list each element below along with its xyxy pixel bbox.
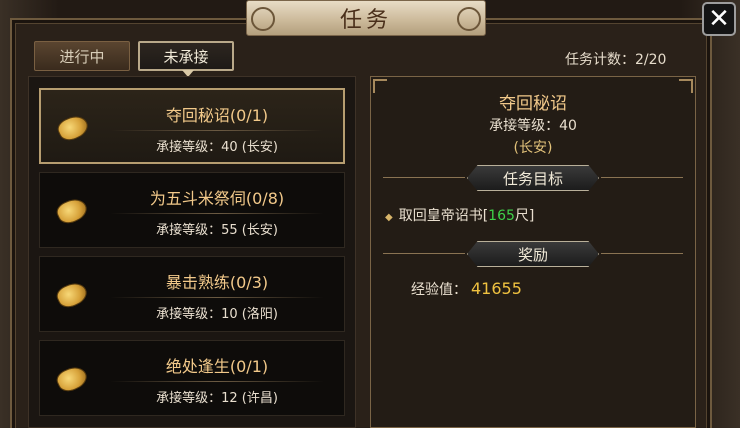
divider: [111, 130, 323, 131]
quest-meta: 承接等级：12 (许昌): [100, 387, 334, 406]
quest-item[interactable]: 暴击熟练(0/3) 承接等级：10 (洛阳): [39, 256, 345, 332]
quest-item[interactable]: 夺回秘诏(0/1) 承接等级：40 (长安): [39, 88, 345, 164]
quest-count-value: 2/20: [635, 52, 667, 68]
objective-section: 任务目标: [371, 165, 695, 191]
level-label: 承接等级：: [156, 307, 222, 322]
objective-label: 取回皇帝诏书[: [398, 208, 489, 224]
dialog-title: 任务: [339, 8, 392, 33]
divider: [383, 253, 465, 254]
quest-name: 夺回秘诏(0/1): [165, 106, 269, 125]
tab-label: 进行中: [59, 47, 105, 66]
divider: [110, 381, 324, 382]
reward-value: 41655: [471, 279, 522, 298]
quest-detail-panel: 夺回秘诏 承接等级：40 (长安) 任务目标 ◆ 取回皇帝诏书[165尺] 奖励 …: [370, 76, 696, 428]
tab-label: 未承接: [163, 47, 209, 66]
scroll-icon: [55, 364, 89, 394]
detail-level: 承接等级：40: [489, 118, 577, 134]
divider: [383, 177, 465, 178]
objective-suffix: 尺]: [514, 208, 535, 224]
bullet-icon: ◆: [385, 212, 393, 223]
divider: [601, 253, 683, 254]
level-label: 承接等级：: [156, 391, 222, 406]
tab-unaccepted[interactable]: 未承接: [138, 41, 234, 77]
scroll-icon: [55, 196, 89, 226]
quest-name: 暴击熟练(0/3): [165, 273, 269, 292]
quest-count-label: 任务计数：: [565, 52, 635, 68]
game-screen: 任务 ✕ 进行中 未承接 任务计数：2/20 夺回秘诏(0/1) 承接等级：40…: [0, 0, 740, 428]
scroll-icon: [55, 280, 89, 310]
objective-value: 165: [488, 208, 515, 224]
quest-meta: 承接等级：40 (长安): [101, 136, 333, 155]
objective-text: ◆ 取回皇帝诏书[165尺]: [385, 205, 534, 225]
city-label: (长安): [241, 140, 278, 155]
level-value: 55: [221, 223, 238, 238]
divider: [110, 297, 324, 298]
reward-header: 奖励: [467, 241, 599, 267]
city-label: (长安): [241, 223, 278, 238]
quest-name: 绝处逢生(0/1): [165, 357, 269, 376]
objective-header: 任务目标: [467, 165, 599, 191]
title-banner: 任务: [246, 0, 486, 36]
quest-list: 夺回秘诏(0/1) 承接等级：40 (长安) 为五斗米祭伺(0/8) 承接等级：…: [28, 76, 356, 428]
close-button[interactable]: ✕: [702, 2, 736, 36]
close-icon: ✕: [708, 4, 730, 34]
divider: [601, 177, 683, 178]
quest-item[interactable]: 绝处逢生(0/1) 承接等级：12 (许昌): [39, 340, 345, 416]
scroll-icon: [56, 113, 90, 143]
level-value: 40: [221, 140, 238, 155]
level-value: 12: [221, 391, 238, 406]
reward-section: 奖励: [371, 241, 695, 267]
ornament-icon: [457, 7, 481, 31]
city-label: (洛阳): [241, 307, 278, 322]
tab-in-progress[interactable]: 进行中: [34, 41, 130, 71]
quest-name: 为五斗米祭伺(0/8): [149, 189, 285, 208]
reward-label: 经验值：: [411, 282, 467, 298]
level-value: 10: [221, 307, 238, 322]
level-label: 承接等级：: [156, 140, 222, 155]
divider: [110, 213, 324, 214]
reward-text: 经验值： 41655: [411, 279, 522, 299]
detail-title: 夺回秘诏: [499, 94, 567, 114]
quest-count: 任务计数：2/20: [565, 49, 666, 69]
quest-item[interactable]: 为五斗米祭伺(0/8) 承接等级：55 (长安): [39, 172, 345, 248]
detail-city: (长安): [513, 140, 553, 156]
city-label: (许昌): [241, 391, 278, 406]
level-label: 承接等级：: [156, 223, 222, 238]
ornament-icon: [251, 7, 275, 31]
quest-meta: 承接等级：10 (洛阳): [100, 303, 334, 322]
quest-meta: 承接等级：55 (长安): [100, 219, 334, 238]
